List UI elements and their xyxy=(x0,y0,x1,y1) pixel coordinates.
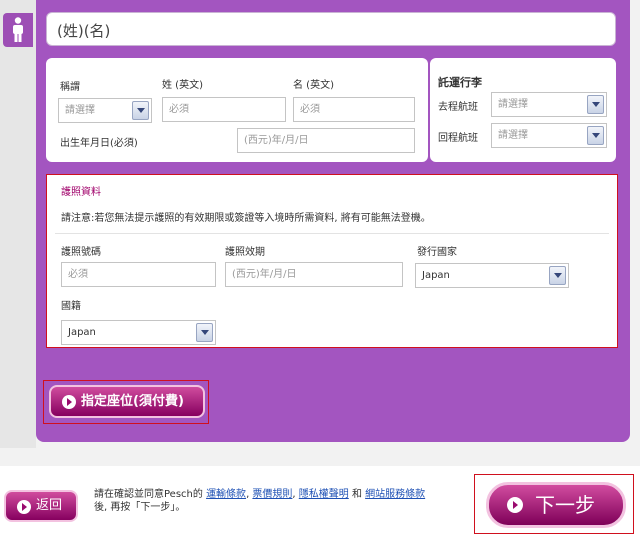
return-select-value: 請選擇 xyxy=(498,130,528,141)
chevron-down-icon xyxy=(549,266,566,285)
terms-prefix: 請在確認並同意Pesch的 xyxy=(94,489,207,500)
passport-expiry-input[interactable]: (西元)年/月/日 xyxy=(225,262,403,287)
name-header-text: (姓)(名) xyxy=(57,22,111,40)
fare-rules-link[interactable]: 票價規則 xyxy=(252,489,292,500)
left-strip xyxy=(0,0,36,448)
terms-and: 和 xyxy=(348,489,366,500)
nationality-label: 國籍 xyxy=(61,301,81,312)
issuing-country-select[interactable]: Japan xyxy=(415,263,569,288)
passport-note: 請注意:若您無法提示護照的有效期限或簽證等入境時所需資料, 將有可能無法登機。 xyxy=(61,213,431,224)
birthdate-input[interactable]: (西元)年/月/日 xyxy=(237,128,415,153)
back-button-label: 返回 xyxy=(36,498,63,513)
baggage-title: 託運行李 xyxy=(438,76,482,89)
givenname-input[interactable]: 必須 xyxy=(293,97,415,122)
outbound-select[interactable]: 請選擇 xyxy=(491,92,607,117)
name-header: (姓)(名) xyxy=(46,12,616,46)
select-seat-label: 指定座位(須付費) xyxy=(81,394,184,409)
title-label: 稱謂 xyxy=(60,82,80,93)
surname-input[interactable]: 必須 xyxy=(162,97,286,122)
privacy-link[interactable]: 隱私權聲明 xyxy=(299,489,349,500)
givenname-label: 名 (英文) xyxy=(293,80,334,91)
passport-section: 護照資料 請注意:若您無法提示護照的有效期限或簽證等入境時所需資料, 將有可能無… xyxy=(46,174,618,348)
terms-suffix: 後, 再按「下一步」。 xyxy=(94,502,186,513)
outbound-label: 去程航班 xyxy=(438,102,478,113)
chevron-down-icon xyxy=(587,126,604,145)
title-select[interactable]: 請選擇 xyxy=(58,98,152,123)
surname-label: 姓 (英文) xyxy=(162,80,203,91)
nationality-select[interactable]: Japan xyxy=(61,320,216,345)
arrow-right-icon xyxy=(507,497,523,513)
next-button-label: 下一步 xyxy=(535,493,595,517)
arrow-right-icon xyxy=(17,500,31,514)
issuing-country-label: 發行國家 xyxy=(417,247,457,258)
nationality-value: Japan xyxy=(68,327,96,338)
baggage-card: 託運行李 去程航班 請選擇 回程航班 請選擇 xyxy=(430,58,616,162)
return-label: 回程航班 xyxy=(438,133,478,144)
carriage-terms-link[interactable]: 運輸條款 xyxy=(206,489,246,500)
site-terms-link[interactable]: 網站服務條款 xyxy=(365,489,425,500)
back-button[interactable]: 返回 xyxy=(4,490,78,522)
select-seat-button[interactable]: 指定座位(須付費) xyxy=(49,385,205,418)
birthdate-label: 出生年月日(必須) xyxy=(60,138,138,149)
passport-number-label: 護照號碼 xyxy=(61,247,101,258)
passport-expiry-label: 護照效期 xyxy=(225,247,265,258)
passenger-tab xyxy=(3,13,33,47)
arrow-right-icon xyxy=(62,395,76,409)
chevron-down-icon xyxy=(196,323,213,342)
passport-title: 護照資料 xyxy=(61,187,101,198)
person-icon xyxy=(13,17,23,42)
passenger-info-card: 稱謂 姓 (英文) 名 (英文) 請選擇 必須 必須 出生年月日(必須) (西元… xyxy=(46,58,428,162)
next-button[interactable]: 下一步 xyxy=(486,482,626,528)
title-select-value: 請選擇 xyxy=(65,105,95,116)
passport-number-input[interactable]: 必須 xyxy=(61,262,216,287)
chevron-down-icon xyxy=(587,95,604,114)
divider xyxy=(55,233,609,234)
terms-text: 請在確認並同意Pesch的 運輸條款, 票價規則, 隱私權聲明 和 網站服務條款… xyxy=(94,488,464,514)
outbound-select-value: 請選擇 xyxy=(498,99,528,110)
chevron-down-icon xyxy=(132,101,149,120)
return-select[interactable]: 請選擇 xyxy=(491,123,607,148)
issuing-country-value: Japan xyxy=(422,270,450,281)
